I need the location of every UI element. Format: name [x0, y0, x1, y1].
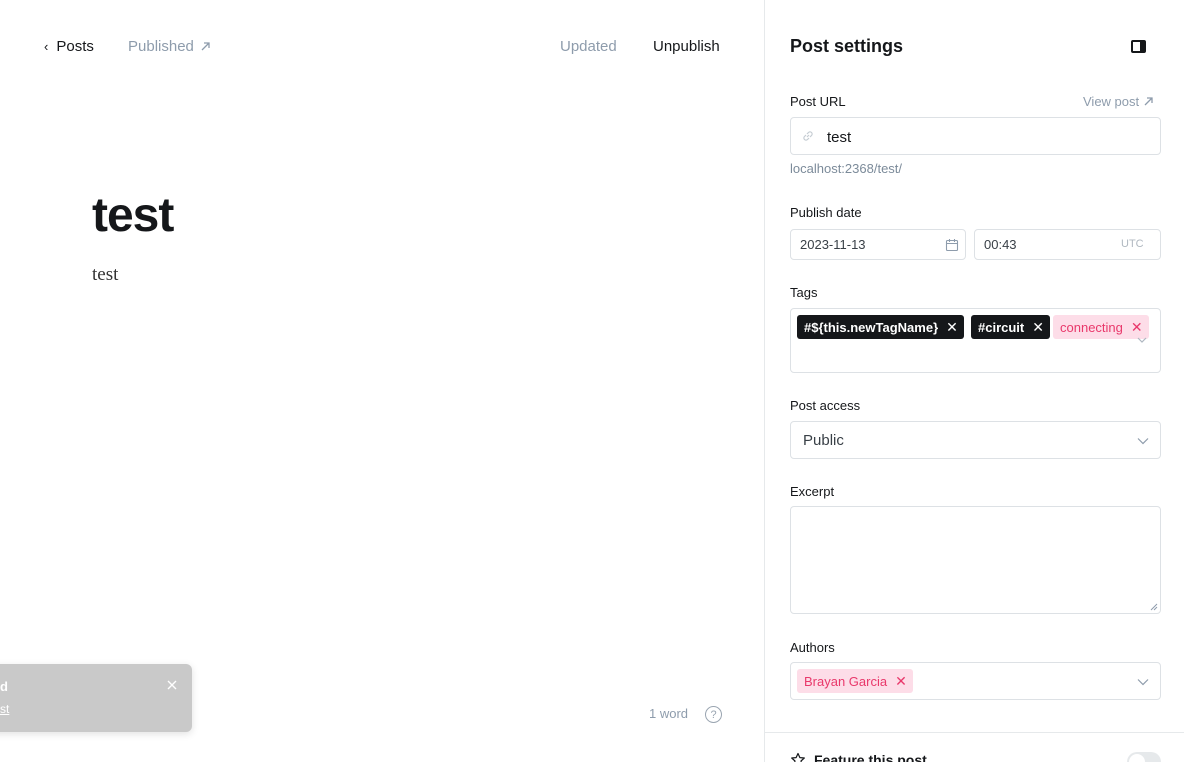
excerpt-label: Excerpt	[790, 484, 835, 499]
word-count: 1 word	[649, 706, 689, 721]
post-body[interactable]: test	[92, 264, 118, 286]
view-post-link[interactable]: View post	[1083, 94, 1154, 109]
tag-name: #${this.newTagName}	[804, 319, 939, 335]
tags-input[interactable]: #${this.newTagName} ✕ #circuit ✕ connect…	[790, 308, 1161, 373]
post-url-value: test	[827, 129, 852, 146]
remove-tag-icon[interactable]: ✕	[946, 320, 958, 334]
chevron-down-icon	[1137, 438, 1149, 445]
tag-name: connecting	[1060, 319, 1123, 335]
excerpt-textarea[interactable]	[790, 506, 1161, 614]
arrow-up-right-icon	[201, 42, 210, 51]
divider	[765, 732, 1184, 733]
published-status-link[interactable]: Published	[128, 38, 211, 55]
calendar-icon[interactable]	[945, 238, 959, 252]
resize-handle-icon[interactable]	[1150, 603, 1158, 611]
tag-name: #circuit	[978, 319, 1025, 335]
unpublish-button[interactable]: Unpublish	[653, 38, 720, 55]
view-post-label: View post	[1083, 94, 1140, 109]
editor-topbar: ‹ Posts Published Updated Unpublish	[0, 0, 764, 94]
post-url-label: Post URL	[790, 94, 846, 109]
chevron-down-icon[interactable]	[1137, 335, 1147, 345]
post-settings-panel: Post settings Post URL View post test lo…	[764, 0, 1184, 762]
sidebar-toggle-icon[interactable]	[1131, 40, 1146, 53]
timezone-label: UTC	[1121, 238, 1144, 250]
remove-tag-icon[interactable]: ✕	[1032, 320, 1044, 334]
link-icon	[803, 131, 813, 141]
remove-author-icon[interactable]: ✕	[895, 674, 907, 688]
post-access-select[interactable]: Public	[790, 421, 1161, 459]
tags-label: Tags	[790, 285, 818, 300]
post-url-input[interactable]: test	[790, 117, 1161, 155]
notification-toast: d st	[0, 664, 192, 732]
post-url-hint: localhost:2368/test/	[790, 161, 903, 176]
date-value: 2023-11-13	[800, 237, 866, 252]
authors-label: Authors	[790, 640, 835, 655]
chevron-down-icon	[1137, 679, 1149, 686]
save-status: Updated	[560, 38, 617, 55]
star-icon	[791, 752, 805, 762]
toast-title: d	[0, 679, 8, 694]
back-to-posts-link[interactable]: ‹ Posts	[44, 38, 94, 55]
post-title[interactable]: test	[92, 188, 174, 243]
time-value: 00:43	[984, 237, 1017, 252]
feature-post-row[interactable]: Feature this post	[790, 752, 927, 762]
back-link-label: Posts	[56, 38, 94, 55]
publish-date-input[interactable]: 2023-11-13	[790, 229, 966, 260]
remove-tag-icon[interactable]: ✕	[1131, 320, 1143, 334]
post-access-value: Public	[803, 432, 844, 449]
publish-date-label: Publish date	[790, 205, 862, 220]
publish-time-input[interactable]: 00:43 UTC	[974, 229, 1161, 260]
post-access-label: Post access	[790, 398, 861, 413]
author-name: Brayan Garcia	[804, 673, 888, 689]
status-label: Published	[128, 38, 194, 55]
author-chip: Brayan Garcia ✕	[797, 669, 913, 693]
tag-chip: #${this.newTagName} ✕	[797, 315, 964, 339]
close-icon[interactable]	[165, 678, 179, 692]
feature-label: Feature this post	[814, 752, 927, 762]
toast-link[interactable]: st	[0, 702, 9, 716]
tag-chip: #circuit ✕	[971, 315, 1050, 339]
arrow-up-right-icon	[1144, 97, 1153, 106]
feature-post-toggle[interactable]	[1127, 752, 1161, 762]
tag-chip: connecting ✕	[1053, 315, 1149, 339]
panel-title: Post settings	[790, 36, 904, 56]
editor-area: ‹ Posts Published Updated Unpublish test…	[0, 0, 764, 762]
authors-input[interactable]: Brayan Garcia ✕	[790, 662, 1161, 700]
chevron-left-icon: ‹	[44, 39, 49, 54]
help-icon[interactable]: ?	[705, 706, 722, 723]
